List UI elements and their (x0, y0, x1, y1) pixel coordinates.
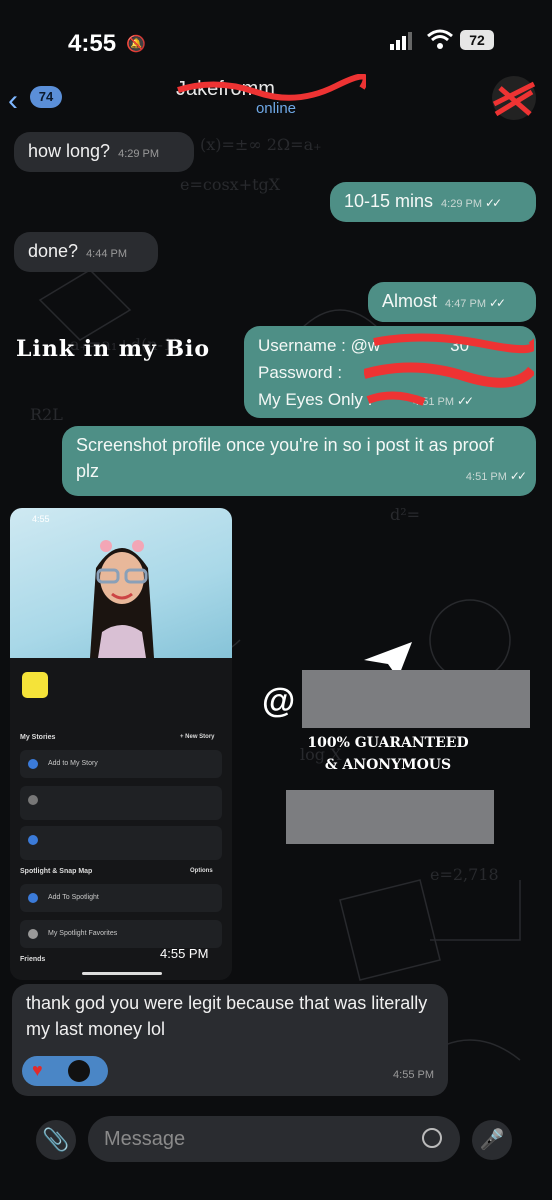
snap-profile-panel: My Stories + New Story Add to My Story S… (10, 658, 232, 980)
photo-time: 4:55 PM (160, 946, 209, 961)
status-time: 4:55 (68, 30, 117, 57)
reactor-avatar (68, 1060, 90, 1082)
message-text: Almost (382, 291, 438, 311)
message-incoming[interactable]: how long? 4:29 PM (14, 132, 194, 172)
message-outgoing[interactable]: Screenshot profile once you're in so i p… (62, 426, 536, 496)
options-button: Options (190, 868, 213, 874)
redacted-block (286, 790, 494, 844)
heart-icon: ♥ (32, 1060, 43, 1080)
message-text: 10-15 mins (344, 191, 434, 211)
add-to-story-row: Add to My Story (20, 750, 222, 778)
guarantee-overlay: 100% GUARANTEED & ANONYMOUS (307, 735, 469, 773)
read-checkmarks-icon: ✓✓ (488, 296, 506, 310)
svg-text:e=2,718: e=2,718 (430, 865, 499, 884)
message-time: 4:29 PM (441, 198, 483, 210)
read-checkmarks-icon: ✓✓ (509, 469, 527, 483)
read-checkmarks-icon: ✓✓ (485, 196, 502, 210)
shared-photo[interactable]: 4:55 My Stories + New Story Add to My St… (10, 508, 232, 980)
message-time: 4:55 PM (393, 1069, 434, 1081)
message-time: 4:47 PM (445, 298, 486, 310)
redaction-scribble (364, 333, 534, 406)
message-input[interactable]: Message (88, 1116, 460, 1162)
schedule-clock-icon[interactable] (422, 1128, 442, 1148)
status-bar: 4:55 🔕 72 (0, 0, 552, 80)
snap-profile-icon (22, 672, 48, 698)
link-in-bio-overlay: Link in my Bio (16, 336, 211, 362)
home-indicator (82, 972, 162, 975)
add-spotlight-row: Add To Spotlight (20, 884, 222, 912)
message-outgoing[interactable]: Username : @w 30 Password : My Eyes Only … (244, 326, 536, 418)
wifi-icon (427, 29, 453, 49)
contact-avatar[interactable] (490, 74, 538, 122)
new-story-button: + New Story (180, 734, 215, 740)
attach-paperclip-icon[interactable]: 📎 (36, 1120, 76, 1160)
chat-header: ‹ 74 Jakefromm online (0, 70, 552, 130)
signal-icon (390, 32, 412, 50)
svg-text:(x)=±∞ 2Ω=a₊: (x)=±∞ 2Ω=a₊ (200, 135, 322, 154)
story-row (20, 826, 222, 860)
redacted-handle (302, 670, 530, 728)
message-time: 4:29 PM (118, 148, 160, 160)
message-outgoing[interactable]: Almost 4:47 PM ✓✓ (368, 282, 536, 322)
favorites-row: My Spotlight Favorites (20, 920, 222, 948)
my-stories-heading: My Stories (20, 734, 56, 741)
bitmoji-avatar (90, 540, 154, 658)
message-outgoing[interactable]: 10-15 mins 4:29 PM ✓✓ (330, 182, 536, 222)
svg-text:e=cosx+tgX: e=cosx+tgX (180, 175, 281, 194)
message-text: Screenshot profile once you're in so i p… (76, 435, 494, 481)
friends-heading: Friends (20, 956, 46, 963)
message-text: done? (28, 241, 79, 261)
message-placeholder: Message (104, 1128, 186, 1150)
at-sign-overlay: @ (262, 682, 296, 720)
silent-bell-icon: 🔕 (126, 36, 146, 53)
story-row (20, 786, 222, 820)
message-time: 4:51 PM (465, 471, 507, 483)
svg-text:d²=: d²= (390, 505, 420, 524)
message-time: 4:44 PM (86, 248, 128, 260)
photo-status-time: 4:55 (32, 514, 50, 524)
message-incoming[interactable]: done? 4:44 PM (14, 232, 158, 272)
svg-text:R2L: R2L (30, 405, 63, 424)
message-text: thank god you were legit because that wa… (26, 993, 428, 1039)
message-composer: 📎 Message 🎤 (0, 1110, 552, 1170)
spotlight-heading: Spotlight & Snap Map (20, 868, 93, 875)
message-text: how long? (28, 141, 111, 161)
battery-indicator: 72 (460, 30, 494, 50)
presence-status: online (255, 100, 297, 117)
reactions-pill[interactable]: ♥ (22, 1056, 108, 1086)
microphone-icon[interactable]: 🎤 (472, 1120, 512, 1160)
